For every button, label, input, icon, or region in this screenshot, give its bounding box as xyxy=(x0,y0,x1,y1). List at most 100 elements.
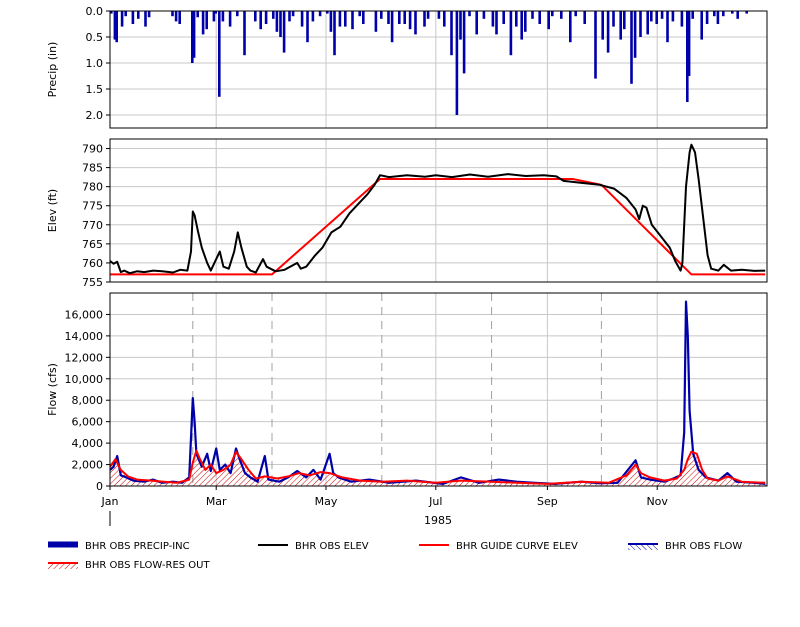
flow-panel: 0 2,000 4,000 6,000 8,000 10,000 12,000 14,000 1… xyxy=(46,292,768,493)
precip-bar xyxy=(650,11,653,22)
y-tick-label: 12,000 xyxy=(65,351,104,364)
precip-bar xyxy=(547,11,550,30)
precip-bar xyxy=(455,11,459,115)
precip-bar xyxy=(228,11,232,27)
obs-elev-line xyxy=(109,143,766,275)
precip-bar xyxy=(306,11,309,43)
y-tick-label: 0.5 xyxy=(86,31,104,44)
x-tick-label: Jul xyxy=(428,495,442,508)
y-tick-label: 14,000 xyxy=(65,330,104,343)
precip-bar xyxy=(646,11,649,35)
guide-curve-line xyxy=(110,178,766,276)
precip-bar xyxy=(736,11,739,19)
precip-panel: 0.0 0.5 1.0 1.5 2.0 Precip (in) xyxy=(46,5,768,129)
precip-bar xyxy=(144,11,147,27)
precip-bar xyxy=(574,11,577,17)
precip-bar xyxy=(524,11,527,32)
precip-bar xyxy=(329,11,333,32)
precip-bar xyxy=(666,11,669,43)
precip-bar xyxy=(408,11,412,30)
x-tick-label: Jan xyxy=(101,495,119,508)
precip-bar xyxy=(288,11,291,22)
precip-bar xyxy=(259,11,262,30)
precip-bar xyxy=(196,11,199,18)
precip-bar xyxy=(691,11,694,19)
legend-item: BHR OBS FLOW xyxy=(628,541,742,552)
precip-bar xyxy=(115,11,118,43)
precip-bar xyxy=(560,11,563,19)
precip-bar xyxy=(468,11,471,17)
legend-item: BHR GUIDE CURVE ELEV xyxy=(419,541,578,552)
y-tick-label: 775 xyxy=(82,200,103,213)
precip-bar xyxy=(443,11,446,27)
precip-bar xyxy=(362,11,365,24)
precip-bar xyxy=(291,11,295,17)
precip-bar xyxy=(633,11,637,58)
y-tick-label: 790 xyxy=(82,143,103,156)
legend-item: BHR OBS FLOW-RES OUT xyxy=(48,560,211,571)
precip-bar xyxy=(279,11,282,37)
precip-bar xyxy=(282,11,286,53)
y-tick-label: 0.0 xyxy=(86,5,104,18)
y-tick-label: 765 xyxy=(82,238,103,251)
precip-bar xyxy=(594,11,597,79)
precip-bar xyxy=(318,11,322,17)
precip-bar xyxy=(538,11,541,24)
legend-label: BHR OBS PRECIP-INC xyxy=(85,541,190,552)
precip-bar xyxy=(147,11,151,18)
precip-bar xyxy=(311,11,315,22)
precip-bar xyxy=(612,11,615,27)
y-tick-label: 760 xyxy=(82,257,103,270)
precip-bar xyxy=(569,11,572,43)
time-x-axis: Jan Mar May Jul Sep Nov xyxy=(101,486,668,526)
flow-y-axis-label: Flow (cfs) xyxy=(46,363,59,416)
precip-bar xyxy=(403,11,406,24)
y-tick-label: 2,000 xyxy=(72,459,104,472)
precip-bar xyxy=(459,11,462,40)
y-tick-label: 1.0 xyxy=(86,57,104,70)
y-tick-label: 785 xyxy=(82,162,103,175)
precip-bar xyxy=(680,11,684,27)
x-tick-label: Nov xyxy=(646,495,668,508)
y-tick-label: 4,000 xyxy=(72,437,104,450)
y-tick-label: 10,000 xyxy=(65,373,104,386)
y-tick-label: 770 xyxy=(82,219,103,232)
precip-bar xyxy=(639,11,642,37)
precip-bar xyxy=(450,11,453,56)
precip-bar xyxy=(705,11,709,24)
precip-bar xyxy=(520,11,523,40)
precip-bar xyxy=(619,11,622,40)
legend-label: BHR GUIDE CURVE ELEV xyxy=(456,541,578,552)
precip-bar xyxy=(713,11,716,17)
obs-flow-line xyxy=(109,300,766,485)
precip-bar xyxy=(475,11,478,35)
precip-bar xyxy=(358,11,361,17)
elev-y-axis: 755 760 765 770 775 780 785 790 xyxy=(82,143,110,289)
hydrograph-figure: 0.0 0.5 1.0 1.5 2.0 Precip (in) 755 760 765 770… xyxy=(46,5,768,571)
precip-bar xyxy=(437,11,441,19)
precip-bar xyxy=(390,11,394,43)
elev-gridlines xyxy=(109,139,767,283)
y-tick-label: 8,000 xyxy=(72,394,104,407)
precip-bar xyxy=(491,11,495,27)
elev-y-axis-label: Elev (ft) xyxy=(46,189,59,232)
precip-bar xyxy=(275,11,279,32)
precip-bar xyxy=(221,11,225,22)
elev-lines xyxy=(109,143,766,276)
precip-bar xyxy=(551,11,554,17)
legend-swatch xyxy=(48,541,78,548)
precip-bar xyxy=(218,11,221,97)
precip-bar xyxy=(606,11,610,53)
precip-bar xyxy=(236,11,239,17)
flow-areas xyxy=(109,300,767,486)
precip-bar xyxy=(515,11,518,27)
precip-bar xyxy=(655,11,658,24)
precip-bar xyxy=(174,11,178,22)
precip-bar xyxy=(300,11,304,27)
precip-bar xyxy=(338,11,342,27)
precip-bar xyxy=(423,11,426,27)
precip-bar xyxy=(700,11,703,40)
y-tick-label: 16,000 xyxy=(65,308,104,321)
y-tick-label: 2.0 xyxy=(86,109,104,122)
precip-bar xyxy=(601,11,604,40)
